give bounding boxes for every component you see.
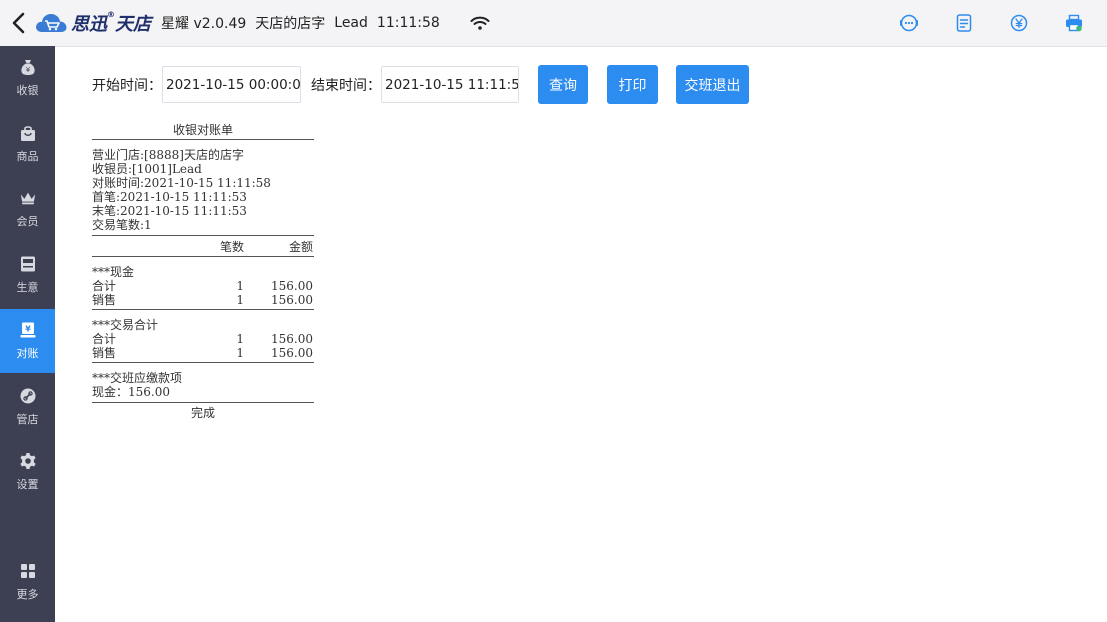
sidebar-item-business[interactable]: 生意 [0,243,55,307]
reconcile-icon: ¥ [19,321,37,339]
crown-icon [19,189,37,207]
back-button[interactable] [4,0,32,46]
user-name: Lead [334,15,368,31]
receipt-last-tx: 末笔:2021-10-15 11:11:53 [92,204,247,218]
sidebar-item-goods[interactable]: 商品 [0,112,55,176]
sidebar-item-store[interactable]: 管店 [0,375,55,439]
print-button[interactable]: 打印 [607,65,658,104]
printer-icon [1066,14,1082,32]
gear-icon [19,452,37,470]
app-version: 星耀 v2.0.49 [161,16,247,32]
amount-column-header: 金额 [288,240,313,254]
document-button[interactable] [954,13,974,33]
table-row: 销售 1 156.00 [92,293,313,307]
sidebar-item-label: 商品 [16,150,39,163]
sidebar-item-label: 对账 [16,347,39,360]
clock: 11:11:58 [376,15,440,31]
due-heading: ***交班应缴款项 [92,371,183,385]
money-bag-icon: ¥ [19,58,37,76]
sidebar-item-label: 设置 [16,478,39,491]
store-name: 天店的店字 [255,16,326,32]
filter-row: 开始时间： 结束时间： 查询 打印 交班退出 [92,65,749,104]
app-logo: 思迅®天店 [34,10,151,36]
service-button[interactable] [899,13,919,33]
wifi-icon [470,16,490,30]
start-time-label: 开始时间： [92,77,162,94]
register-icon [19,255,37,273]
sidebar-item-settings[interactable]: 设置 [0,440,55,504]
end-time-label: 结束时间： [311,77,381,94]
table-row: 合计 1 156.00 [92,279,313,293]
currency-button[interactable] [1009,13,1029,33]
document-icon [956,14,972,32]
yen-circle-icon [1010,14,1028,32]
receipt-first-tx: 首笔:2021-10-15 11:11:53 [92,190,247,204]
sidebar: ¥ 收银 商品 会员 生意 ¥ 对账 管店 设置 更多 [0,46,55,622]
brand-name: 思迅®天店 [71,10,151,35]
svg-text:¥: ¥ [25,66,30,74]
top-bar: 思迅®天店 星耀 v2.0.49 天店的店字 Lead 11:11:58 [0,0,1107,47]
sidebar-item-label: 会员 [16,215,39,228]
grid-icon [19,562,37,580]
receipt-title: 收银对账单 [172,123,233,137]
sidebar-item-label: 收银 [16,84,39,97]
sidebar-item-reconcile[interactable]: ¥ 对账 [0,309,55,373]
printer-button[interactable] [1064,13,1084,33]
shopping-bag-icon [19,124,37,142]
receipt-column-header: 笔数 金额 [92,238,314,256]
section-heading: ***交易合计 [92,318,159,332]
svg-text:¥: ¥ [25,325,31,334]
handover-exit-button[interactable]: 交班退出 [676,65,749,104]
section-heading: ***现金 [92,265,135,279]
receipt-reconcile-time: 对账时间:2021-10-15 11:11:58 [92,176,271,190]
chevron-left-icon [12,12,25,34]
receipt-cashier: 收银员:[1001]Lead [92,162,202,176]
due-cash: 现金：156.00 [92,385,170,399]
receipt-footer: 完成 [190,406,215,420]
store-manage-icon [19,387,37,405]
customer-service-icon [900,14,918,32]
query-button[interactable]: 查询 [538,65,588,104]
sidebar-item-label: 生意 [16,281,39,294]
receipt-tx-count: 交易笔数:1 [92,218,152,232]
receipt-divider [92,235,314,236]
sidebar-item-members[interactable]: 会员 [0,177,55,241]
reconcile-receipt: 收银对账单 营业门店:[8888]天店的店字 收银员:[1001]Lead 对账… [92,121,314,423]
sidebar-item-cashier[interactable]: ¥ 收银 [0,46,55,110]
sidebar-item-label: 管店 [16,413,39,426]
table-row: 销售 1 156.00 [92,346,313,360]
end-time-input[interactable] [381,66,519,103]
sidebar-item-more[interactable]: 更多 [0,550,55,614]
cloud-cart-icon [36,14,67,32]
count-column-header: 笔数 [219,240,244,254]
table-row: 合计 1 156.00 [92,332,313,346]
top-actions [864,0,1084,46]
start-time-input[interactable] [162,66,301,103]
sidebar-item-label: 更多 [16,588,39,601]
receipt-store: 营业门店:[8888]天店的店字 [92,148,244,162]
